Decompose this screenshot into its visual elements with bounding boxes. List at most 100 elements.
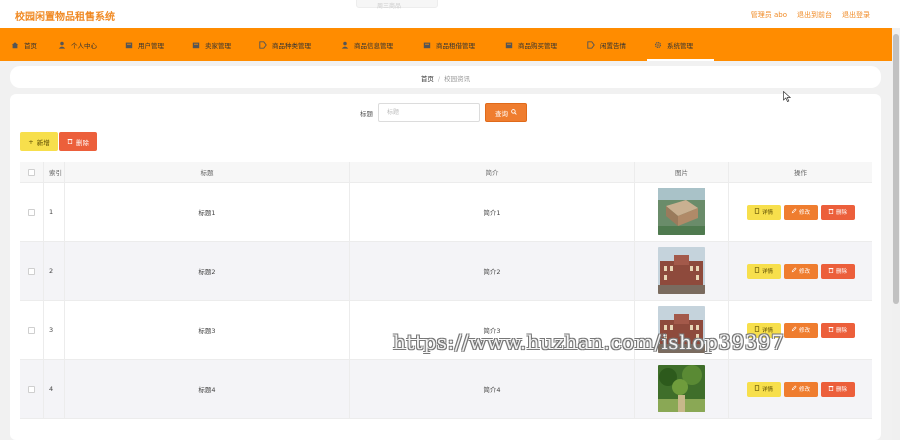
trash-icon <box>828 267 834 275</box>
folder-icon <box>124 40 133 49</box>
home-icon <box>10 40 19 49</box>
nav-item-label: 商品购买管理 <box>518 41 557 50</box>
header-links: 管理员 abo 退出到前台 退出登录 <box>751 10 870 20</box>
nav-item-9[interactable]: 系统管理 <box>647 28 714 61</box>
row-image-cell <box>635 183 729 241</box>
header-checkbox-cell <box>20 162 44 182</box>
tag-icon <box>586 40 595 49</box>
scrollbar-thumb[interactable] <box>893 34 899 304</box>
detail-button[interactable]: 详情 <box>746 204 781 220</box>
row-thumbnail[interactable] <box>658 364 705 414</box>
delete-button-label: 删除 <box>76 138 89 147</box>
header-index: 索引 <box>44 162 65 182</box>
edit-label: 修改 <box>798 269 810 275</box>
top-header: 校园闲置物品租售系统 周三商品 管理员 abo 退出到前台 退出登录 <box>0 0 900 28</box>
logout-link[interactable]: 退出登录 <box>842 10 870 20</box>
add-button[interactable]: + 新增 <box>20 132 58 151</box>
query-button-label: 查询 <box>495 109 508 118</box>
table-row: 4 标题4 简介4 详情 修改 删除 <box>20 360 872 419</box>
breadcrumb-current: 校园资讯 <box>444 75 471 83</box>
row-thumbnail[interactable] <box>658 246 705 296</box>
plus-icon: + <box>28 137 34 146</box>
remove-label: 删除 <box>835 328 847 334</box>
query-button[interactable]: 查询 <box>485 103 527 122</box>
row-checkbox[interactable] <box>28 326 35 334</box>
row-ops-cell: 详情 修改 删除 <box>729 183 872 241</box>
document-icon <box>754 385 760 393</box>
row-title: 标题1 <box>65 183 350 241</box>
nav-item-6[interactable]: 商品租借管理 <box>416 28 498 61</box>
row-checkbox[interactable] <box>28 208 35 216</box>
nav-item-5[interactable]: 商品信息管理 <box>334 28 416 61</box>
add-button-label: 新增 <box>36 138 50 147</box>
breadcrumb-home[interactable]: 首页 <box>421 75 434 83</box>
edit-label: 修改 <box>798 387 810 393</box>
row-delete-button[interactable]: 删除 <box>820 322 855 338</box>
row-index: 3 <box>44 301 65 359</box>
folder-icon <box>422 40 431 49</box>
user-icon <box>57 40 66 49</box>
row-intro: 简介1 <box>350 183 635 241</box>
detail-button[interactable]: 详情 <box>746 263 781 279</box>
document-icon <box>754 208 760 216</box>
row-ops-cell: 详情 修改 删除 <box>729 360 872 418</box>
select-all-checkbox[interactable] <box>28 168 35 176</box>
nav-item-label: 个人中心 <box>71 41 97 50</box>
row-delete-button[interactable]: 删除 <box>820 204 855 220</box>
row-checkbox-cell <box>20 183 44 241</box>
nav-item-4[interactable]: 商品种类管理 <box>252 28 334 61</box>
gear-icon <box>653 40 662 49</box>
detail-label: 详情 <box>761 387 773 393</box>
nav-item-1[interactable]: 个人中心 <box>51 28 118 61</box>
nav-item-label: 首页 <box>24 41 37 50</box>
trash-icon <box>67 138 73 146</box>
row-checkbox[interactable] <box>28 385 35 393</box>
app-title: 校园闲置物品租售系统 <box>15 12 115 23</box>
table-row: 2 标题2 简介2 详情 修改 删除 <box>20 242 872 301</box>
row-checkbox-cell <box>20 301 44 359</box>
top-search-ghost: 周三商品 <box>356 0 438 10</box>
nav-item-7[interactable]: 商品购买管理 <box>498 28 580 61</box>
edit-button[interactable]: 修改 <box>783 381 818 397</box>
breadcrumb: 首页 / 校园资讯 <box>10 66 881 88</box>
search-title-label: 标题 <box>360 110 373 118</box>
header-image: 图片 <box>635 162 729 182</box>
nav-item-3[interactable]: 卖家管理 <box>185 28 252 61</box>
row-index: 4 <box>44 360 65 418</box>
row-title: 标题2 <box>65 242 350 300</box>
detail-button[interactable]: 详情 <box>746 381 781 397</box>
row-ops-cell: 详情 修改 删除 <box>729 242 872 300</box>
bulk-delete-button[interactable]: 删除 <box>59 132 97 151</box>
trash-icon <box>828 385 834 393</box>
row-checkbox-cell <box>20 360 44 418</box>
back-to-frontend-link[interactable]: 退出到前台 <box>797 10 832 20</box>
nav-item-0[interactable]: 首页 <box>4 28 51 61</box>
header-intro: 简介 <box>350 162 635 182</box>
document-icon <box>754 267 760 275</box>
trash-icon <box>828 208 834 216</box>
header-title: 标题 <box>65 162 350 182</box>
table-row: 1 标题1 简介1 详情 修改 删除 <box>20 183 872 242</box>
nav-item-2[interactable]: 用户管理 <box>118 28 185 61</box>
row-thumbnail[interactable] <box>658 187 705 237</box>
edit-button[interactable]: 修改 <box>783 263 818 279</box>
tag-icon <box>258 40 267 49</box>
edit-label: 修改 <box>798 210 810 216</box>
nav-item-label: 用户管理 <box>138 41 164 50</box>
nav-item-label: 卖家管理 <box>205 41 231 50</box>
edit-button[interactable]: 修改 <box>783 322 818 338</box>
search-title-input[interactable] <box>378 103 480 122</box>
detail-label: 详情 <box>761 269 773 275</box>
row-checkbox[interactable] <box>28 267 35 275</box>
row-delete-button[interactable]: 删除 <box>820 263 855 279</box>
row-delete-button[interactable]: 删除 <box>820 381 855 397</box>
user-icon <box>340 40 349 49</box>
nav-item-8[interactable]: 闲置告情 <box>580 28 647 61</box>
edit-button[interactable]: 修改 <box>783 204 818 220</box>
header-ops: 操作 <box>794 169 807 177</box>
pencil-icon <box>791 267 797 275</box>
nav-item-label: 商品信息管理 <box>354 41 393 50</box>
row-intro: 简介4 <box>350 360 635 418</box>
edit-label: 修改 <box>798 328 810 334</box>
row-title: 标题4 <box>65 360 350 418</box>
